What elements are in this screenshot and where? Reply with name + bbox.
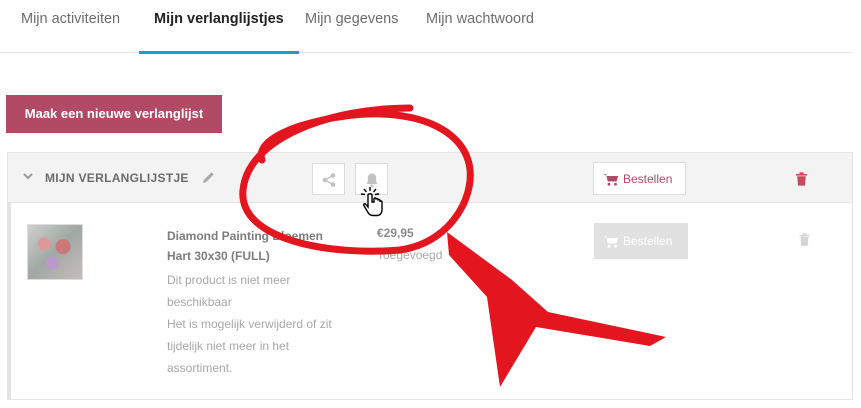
product-thumbnail[interactable] xyxy=(27,224,83,280)
product-unavailable-notice: Dit product is niet meer beschikbaar Het… xyxy=(167,269,347,379)
cart-icon xyxy=(603,236,619,248)
account-tabs: Mijn activiteiten Mijn verlanglijstjes M… xyxy=(0,0,852,54)
pencil-icon[interactable] xyxy=(202,171,215,184)
tab-mijn-wachtwoord[interactable]: Mijn wachtwoord xyxy=(426,0,534,53)
wishlist-header: MIJN VERLANGLIJSTJE Bestellen xyxy=(8,153,852,203)
chevron-down-icon[interactable] xyxy=(22,170,34,182)
product-added-status: Toegevoegd xyxy=(377,248,443,262)
share-icon xyxy=(322,173,336,187)
trash-icon[interactable] xyxy=(795,172,808,186)
wishlist-title: MIJN VERLANGLIJSTJE xyxy=(45,171,189,185)
wishlist-card: MIJN VERLANGLIJSTJE Bestellen Diamond Pa… xyxy=(7,152,853,400)
notice-line-1: Dit product is niet meer beschikbaar xyxy=(167,273,291,309)
new-wishlist-button[interactable]: Maak een nieuwe verlanglijst xyxy=(6,95,222,133)
hand-cursor-icon xyxy=(360,187,383,217)
order-item-label: Bestellen xyxy=(623,234,673,248)
order-list-label: Bestellen xyxy=(623,172,673,186)
product-price: €29,95 xyxy=(377,226,414,240)
cart-icon xyxy=(603,174,619,186)
tab-mijn-verlanglijstjes[interactable]: Mijn verlanglijstjes xyxy=(139,0,299,54)
product-name[interactable]: Diamond Painting Bloemen Hart 30x30 (FUL… xyxy=(167,226,337,266)
notice-line-2: Het is mogelijk verwijderd of zit tijdel… xyxy=(167,317,332,375)
share-button[interactable] xyxy=(312,163,345,195)
tab-mijn-gegevens[interactable]: Mijn gegevens xyxy=(305,0,399,53)
order-item-button[interactable]: Bestellen xyxy=(594,223,688,259)
order-list-button[interactable]: Bestellen xyxy=(593,162,686,195)
trash-icon[interactable] xyxy=(799,233,810,246)
wishlist-item-row: Diamond Painting Bloemen Hart 30x30 (FUL… xyxy=(8,203,852,399)
tab-mijn-activiteiten[interactable]: Mijn activiteiten xyxy=(21,0,120,53)
